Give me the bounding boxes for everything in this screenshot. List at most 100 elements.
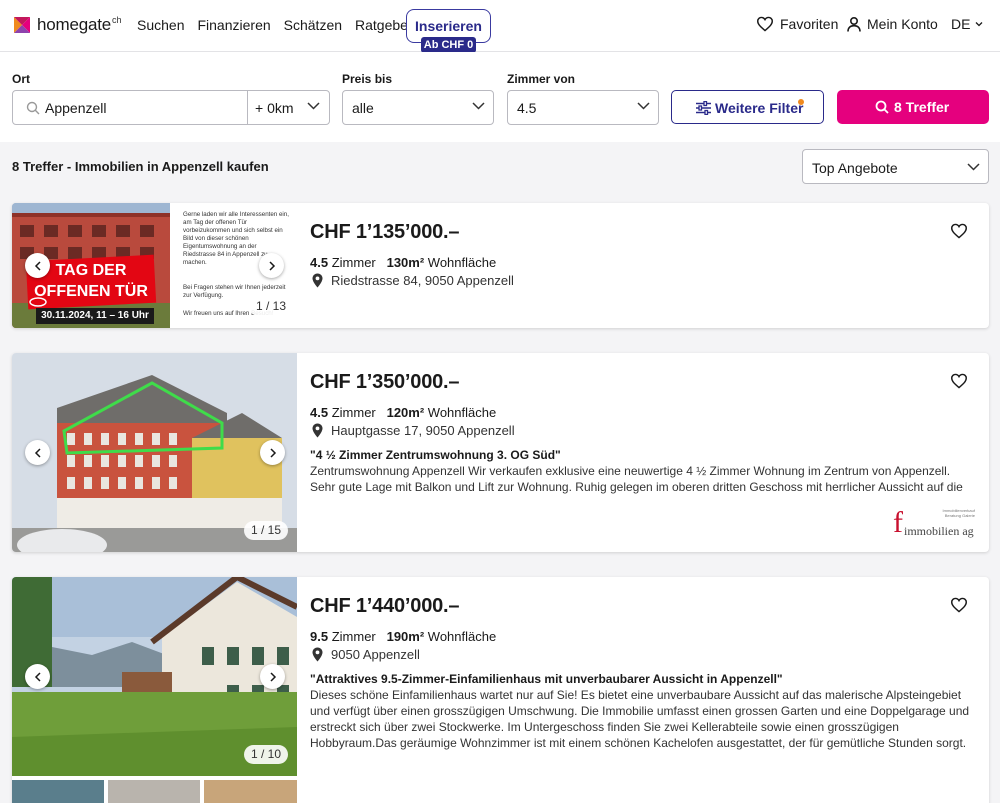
rooms-value: 4.5	[517, 100, 537, 116]
listing-title: "4 ½ Zimmer Zentrumswohnung 3. OG Süd"	[310, 448, 561, 462]
search-results-button[interactable]: 8 Treffer	[837, 90, 989, 124]
living-area-label: Wohnfläche	[427, 629, 497, 644]
insert-price-badge: Ab CHF 0	[421, 37, 476, 53]
location-label: Ort	[12, 72, 30, 86]
listing-card[interactable]: TAG DER OFFENEN TÜR 30.11.2024, 11 – 16 …	[12, 203, 989, 328]
location-pin-icon	[312, 273, 323, 288]
favorite-button[interactable]	[950, 223, 968, 244]
nav-item-ratgeber[interactable]: Ratgeber	[355, 17, 413, 33]
thumbnail-image[interactable]	[204, 780, 297, 803]
living-area: 130m²	[386, 255, 425, 270]
account-label: Mein Konto	[867, 16, 938, 32]
listing-specs: 4.5 Zimmer 120m² Wohnfläche	[310, 405, 496, 420]
chevron-right-icon	[268, 260, 275, 271]
user-icon	[847, 16, 861, 32]
price-label: Preis bis	[342, 72, 393, 86]
living-area: 190m²	[386, 629, 425, 644]
main-nav: Suchen Finanzieren Schätzen Ratgeber	[137, 17, 426, 33]
logo-sup: ch	[112, 15, 122, 25]
listing-price: CHF 1’350’000.–	[310, 371, 460, 393]
previous-image-button[interactable]	[25, 664, 50, 689]
nav-item-suchen[interactable]: Suchen	[137, 17, 184, 33]
chevron-down-icon	[637, 102, 650, 110]
more-filters-button[interactable]: Weitere Filter	[671, 90, 824, 124]
language-label: DE	[951, 16, 971, 32]
image-counter: 1 / 13	[249, 297, 294, 316]
chevron-left-icon	[34, 671, 41, 682]
search-icon	[26, 101, 40, 115]
heart-icon	[950, 223, 968, 239]
thumbnail-image[interactable]	[108, 780, 200, 803]
rooms-unit: Zimmer	[331, 255, 376, 270]
view-360-icon	[29, 297, 47, 307]
heart-icon	[756, 16, 774, 32]
account-link[interactable]: Mein Konto	[847, 16, 938, 32]
search-results-label: 8 Treffer	[894, 99, 950, 115]
rooms-unit: Zimmer	[331, 405, 376, 420]
chevron-down-icon[interactable]	[307, 102, 320, 110]
address-text: Hauptgasse 17, 9050 Appenzell	[331, 423, 515, 438]
search-filter-bar: Ort Preis bis Zimmer von Appenzell + 0km…	[0, 52, 1000, 142]
favorite-button[interactable]	[950, 373, 968, 394]
results-title: 8 Treffer - Immobilien in Appenzell kauf…	[12, 159, 269, 174]
search-icon	[875, 100, 889, 114]
listing-specs: 4.5 Zimmer 130m² Wohnfläche	[310, 255, 496, 270]
homegate-logo[interactable]: homegate ch	[12, 15, 122, 35]
open-house-invitation: Gerne laden wir alle Interessenten ein, …	[170, 203, 297, 328]
previous-image-button[interactable]	[25, 440, 50, 465]
thumbnail-image[interactable]	[12, 780, 104, 803]
listing-photo[interactable]: 1 / 15	[12, 353, 297, 552]
previous-image-button[interactable]	[25, 253, 50, 278]
listing-card[interactable]: 1 / 10 CHF 1’440’000.– 9.5 Zimmer 190m² …	[12, 577, 989, 803]
listing-address: Hauptgasse 17, 9050 Appenzell	[312, 423, 515, 438]
listing-description: Dieses schöne Einfamilienhaus wartet nur…	[310, 688, 970, 750]
listing-price: CHF 1’135’000.–	[310, 221, 460, 243]
address-text: Riedstrasse 84, 9050 Appenzell	[331, 273, 514, 288]
chevron-right-icon	[269, 671, 276, 682]
price-select[interactable]: alle	[342, 90, 494, 125]
rooms-label: Zimmer von	[507, 72, 576, 86]
living-area: 120m²	[386, 405, 425, 420]
rooms-select[interactable]: 4.5	[507, 90, 659, 125]
rooms-count: 4.5	[310, 405, 329, 420]
location-pin-icon	[312, 423, 323, 438]
next-image-button[interactable]	[260, 440, 285, 465]
listing-description: Zentrumswohnung Appenzell Wir verkaufen …	[310, 464, 963, 494]
listing-address: Riedstrasse 84, 9050 Appenzell	[312, 273, 514, 288]
listing-price: CHF 1’440’000.–	[310, 595, 460, 617]
next-image-button[interactable]	[259, 253, 284, 278]
favorites-link[interactable]: Favoriten	[756, 16, 838, 32]
chevron-right-icon	[269, 447, 276, 458]
location-input[interactable]: Appenzell + 0km	[12, 90, 330, 125]
listing-photo[interactable]: 1 / 10	[12, 577, 297, 776]
location-pin-icon	[312, 647, 323, 662]
nav-item-schaetzen[interactable]: Schätzen	[284, 17, 342, 33]
agency-name: immobilien ag	[904, 524, 974, 538]
next-image-button[interactable]	[260, 664, 285, 689]
location-value: Appenzell	[45, 100, 107, 116]
image-counter: 1 / 10	[244, 745, 289, 764]
more-filters-label: Weitere Filter	[715, 100, 804, 116]
heart-icon	[950, 597, 968, 613]
listing-photo[interactable]: TAG DER OFFENEN TÜR 30.11.2024, 11 – 16 …	[12, 203, 170, 328]
top-header: homegate ch Suchen Finanzieren Schätzen …	[0, 0, 1000, 53]
nav-item-finanzieren[interactable]: Finanzieren	[197, 17, 270, 33]
chevron-down-icon	[472, 102, 485, 110]
rooms-count: 4.5	[310, 255, 329, 270]
agency-logo[interactable]: f immobilien ag Immobilienverkauf Beratu…	[893, 508, 975, 540]
living-area-label: Wohnfläche	[427, 255, 497, 270]
address-text: 9050 Appenzell	[331, 647, 420, 662]
favorites-label: Favoriten	[780, 16, 839, 32]
chevron-left-icon	[34, 447, 41, 458]
chevron-left-icon	[34, 260, 41, 271]
heart-icon	[950, 373, 968, 389]
radius-select[interactable]: + 0km	[255, 100, 294, 116]
agency-logo-letter: f	[893, 506, 903, 539]
agency-tagline: Immobilienverkauf Beratung Galerie	[942, 508, 975, 518]
listing-specs: 9.5 Zimmer 190m² Wohnfläche	[310, 629, 496, 644]
listing-address: 9050 Appenzell	[312, 647, 420, 662]
listing-card[interactable]: 1 / 15 CHF 1’350’000.– 4.5 Zimmer 120m² …	[12, 353, 989, 552]
favorite-button[interactable]	[950, 597, 968, 618]
language-selector[interactable]: DE	[951, 16, 983, 32]
sort-select[interactable]: Top Angebote	[802, 149, 989, 184]
